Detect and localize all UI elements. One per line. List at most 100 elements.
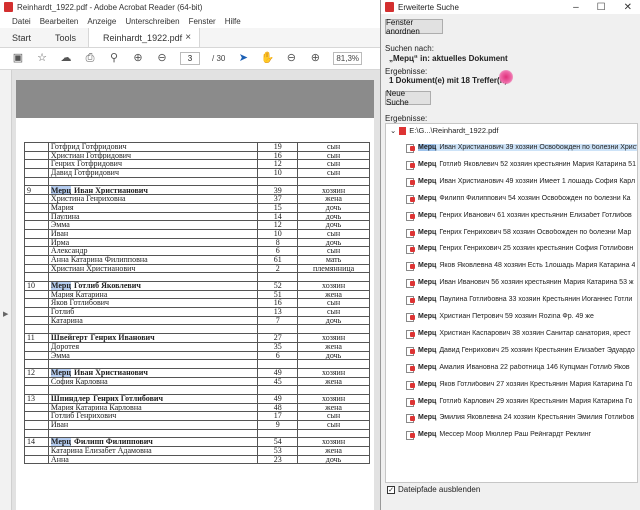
hand-tool-icon[interactable]: ✋ xyxy=(261,53,275,65)
census-cell-relation: жена xyxy=(297,341,370,352)
census-row: Мария Катарина Карловна 48 жена xyxy=(24,402,370,413)
print-icon[interactable]: ⎙ xyxy=(84,53,96,65)
census-cell-relation: жена xyxy=(297,446,370,456)
search-result-item[interactable]: Мерц Генрих Генрихович 58 хозяин Освобожд… xyxy=(406,227,637,238)
search-result-item[interactable]: Мерц Амалия Ивановна 22 работница 146 Куп… xyxy=(406,362,637,373)
results-tree[interactable]: ⌄ E:\G...\Reinhardt_1922.pdf Мерц Иван Хр… xyxy=(385,123,638,483)
close-window-icon[interactable]: ✕ xyxy=(624,2,632,13)
bookmark-star-icon[interactable]: ☆ xyxy=(36,53,48,65)
collapse-chevron-icon[interactable]: ⌄ xyxy=(390,126,396,135)
tab-document[interactable]: Reinhardt_1922.pdf × xyxy=(88,28,201,47)
census-cell-name: Христиан Готфридович xyxy=(47,150,259,161)
search-result-item[interactable]: Мерц Готлиб Карлович 29 хозяин Крестьянин… xyxy=(406,396,637,407)
census-cell-number xyxy=(24,142,49,152)
search-result-item[interactable]: Мерц Христиан Петрович 59 хозяин Rozina Ф… xyxy=(406,311,637,322)
search-result-text: Мерц Давид Генрихович 25 хозяин Крестьяни… xyxy=(418,347,635,354)
save-icon[interactable]: ▣ xyxy=(12,53,24,65)
zoom-search-icon[interactable]: ⚲ xyxy=(108,53,120,65)
new-search-button[interactable]: Neue Suche xyxy=(385,89,431,107)
tab-start[interactable]: Start xyxy=(0,28,43,47)
census-cell-relation xyxy=(297,272,370,282)
search-result-item[interactable]: Мерц Филипп Филиппович 54 хозяин Освобожд… xyxy=(406,193,637,204)
census-cell-number xyxy=(24,220,49,230)
census-cell-number xyxy=(24,324,49,335)
census-row xyxy=(24,272,370,282)
search-result-item[interactable]: Мерц Иван Христианович 39 хозяин Освобожд… xyxy=(406,142,637,153)
search-result-item[interactable]: Мерц Яков Яковлевна 48 хозяин Есть 1лошад… xyxy=(406,260,637,272)
given-name: Иван Христианович xyxy=(73,368,148,377)
census-row: 14 Мерц Филипп Филиппович 54 хозяин xyxy=(24,437,370,448)
search-result-item[interactable]: Мерц Давид Генрихович 25 хозяин Крестьяни… xyxy=(406,345,637,356)
census-row: Генрих Готфридович 12 сын xyxy=(24,159,370,170)
next-page-icon[interactable]: ⊖ xyxy=(156,53,168,65)
menu-view[interactable]: Anzeige xyxy=(87,17,116,26)
census-cell-name: Анна Катарина Филипповна xyxy=(47,254,259,265)
previous-page-icon[interactable]: ⊕ xyxy=(132,53,144,65)
hide-paths-checkbox[interactable]: ✓ xyxy=(387,485,395,494)
search-result-item[interactable]: Мерц Яков Готлибович 27 хозяин Крестьянин… xyxy=(406,379,637,390)
census-cell-name xyxy=(47,359,259,369)
tab-bar: Start Tools Reinhardt_1922.pdf × xyxy=(0,28,380,48)
close-tab-icon[interactable]: × xyxy=(185,32,191,43)
census-cell-relation: сын xyxy=(297,246,370,256)
pdf-file-icon xyxy=(399,126,407,135)
page-number-input[interactable]: 3 xyxy=(180,52,200,65)
census-cell-name: Катарина Елизабет Адамовна xyxy=(47,446,259,456)
census-cell-number xyxy=(24,411,49,421)
minimize-icon[interactable]: – xyxy=(573,2,579,13)
census-cell-age: 9 xyxy=(257,420,299,430)
search-result-item[interactable]: Мерц Эмилия Яковлевна 24 хозяин Крестьяни… xyxy=(406,412,637,424)
menu-edit[interactable]: Bearbeiten xyxy=(40,17,79,26)
tab-tools[interactable]: Tools xyxy=(43,28,88,47)
census-row: Паулина 14 дочь xyxy=(24,211,370,222)
select-cursor-icon[interactable]: ➤ xyxy=(237,53,249,65)
search-result-text: Мерц Иван Христианович 49 хозяин Имеет 1 … xyxy=(418,178,635,185)
zoom-out-icon[interactable]: ⊖ xyxy=(285,53,297,65)
search-result-item[interactable]: Мерц Иван Христианович 49 хозяин Имеет 1 … xyxy=(406,176,637,187)
maximize-icon[interactable]: ☐ xyxy=(597,2,606,13)
menu-help[interactable]: Hilfe xyxy=(225,17,241,26)
census-cell-name: Эмма xyxy=(47,350,259,361)
search-result-keyword: Мерц xyxy=(418,313,437,320)
census-cell-number: 10 xyxy=(24,281,49,291)
menu-file[interactable]: Datei xyxy=(12,17,31,26)
search-result-text: Мерц Генрих Генрихович 25 хозяин крестьян… xyxy=(418,245,633,252)
expand-left-panel-icon[interactable]: ▶ xyxy=(3,310,8,318)
zoom-in-icon[interactable]: ⊕ xyxy=(309,53,321,65)
search-result-keyword: Мерц xyxy=(418,279,437,287)
census-row: Иван 10 сын xyxy=(24,228,370,239)
search-result-context: Мессер Моор Мюллер Раш Рейнгардт Реклинг xyxy=(439,431,592,439)
census-cell-relation xyxy=(297,385,370,395)
screen: Reinhardt_1922.pdf - Adobe Acrobat Reade… xyxy=(0,0,640,510)
zoom-level[interactable]: 81,3% xyxy=(333,52,363,65)
census-cell-age: 16 xyxy=(257,298,299,309)
search-result-item[interactable]: Мерц Мессер Моор Мюллер Раш Рейнгардт Рек… xyxy=(406,429,637,441)
hide-paths-row[interactable]: ✓ Dateipfade ausblenden xyxy=(387,485,480,494)
census-cell-age: 17 xyxy=(257,411,299,421)
census-cell-number: 14 xyxy=(24,437,49,448)
census-cell-number: 12 xyxy=(24,367,49,378)
search-result-item[interactable]: Мерц Паулина Готлибовна 33 хозяин Крестья… xyxy=(406,294,637,306)
results-root-node[interactable]: ⌄ E:\G...\Reinhardt_1922.pdf xyxy=(390,126,499,135)
census-cell-age: 10 xyxy=(257,168,299,178)
search-result-item[interactable]: Мерц Иван Иванович 56 хозяин крестьянин М… xyxy=(406,277,637,289)
results-root-path: E:\G...\Reinhardt_1922.pdf xyxy=(409,126,499,135)
search-result-keyword: Мерц xyxy=(418,194,437,202)
search-result-item[interactable]: Мерц Генрих Иванович 61 хозяин крестьянин… xyxy=(406,210,637,221)
upload-cloud-icon[interactable]: ☁ xyxy=(60,53,72,65)
arrange-windows-button[interactable]: Fenster anordnen xyxy=(385,18,443,36)
census-row: Мария Катарина 51 жена xyxy=(24,289,370,300)
search-result-text: Мерц Генрих Генрихович 58 хозяин Освобожд… xyxy=(418,229,631,236)
menu-sign[interactable]: Unterschreiben xyxy=(125,17,179,26)
search-result-item[interactable]: Мерц Генрих Генрихович 25 хозяин крестьян… xyxy=(406,243,637,255)
census-cell-name xyxy=(47,428,259,439)
search-result-keyword: Мерц xyxy=(418,228,437,236)
search-result-item[interactable]: Мерц Готлиб Яковлевич 52 хозяин крестьяни… xyxy=(406,159,637,170)
search-result-text: Мерц Генрих Иванович 61 хозяин крестьянин… xyxy=(418,212,632,219)
census-cell-relation: сын xyxy=(297,150,370,161)
census-cell-name xyxy=(47,324,259,335)
menu-window[interactable]: Fenster xyxy=(189,17,216,26)
search-result-item[interactable]: Мерц Христиан Каспарович 38 хозяин Санита… xyxy=(406,328,637,339)
search-hit-icon xyxy=(406,228,415,238)
census-row: Давид Готфридович 10 сын xyxy=(24,168,370,178)
